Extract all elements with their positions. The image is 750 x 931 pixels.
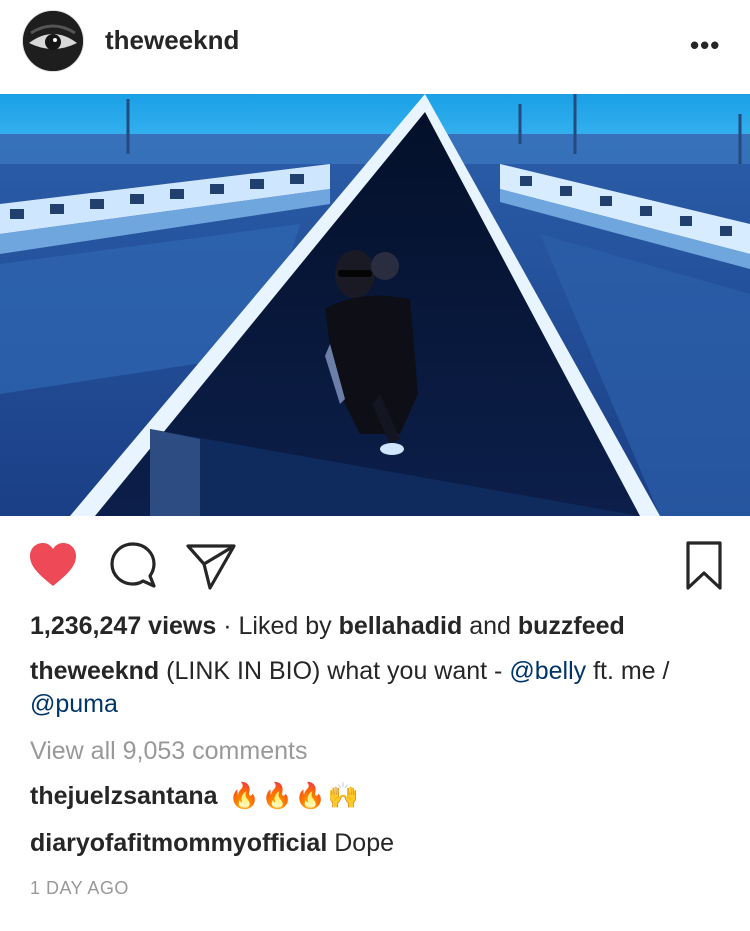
- comment-username[interactable]: diaryofafitmommyofficial: [30, 829, 327, 857]
- engagement-stats: 1,236,247 views · Liked by bellahadid an…: [30, 612, 625, 641]
- liked-by-label: Liked by: [238, 612, 332, 640]
- post-caption: theweeknd (LINK IN BIO) what you want - …: [30, 655, 720, 721]
- liked-user-link[interactable]: buzzfeed: [518, 612, 625, 640]
- post-username[interactable]: theweeknd: [105, 25, 239, 56]
- action-bar: [0, 516, 750, 612]
- separator-dot: ·: [223, 612, 232, 640]
- liked-and-label: and: [469, 612, 511, 640]
- comment-bubble-icon[interactable]: [108, 540, 158, 590]
- mention-link[interactable]: @puma: [30, 690, 118, 718]
- caption-text: (LINK IN BIO) what you want -: [166, 657, 503, 685]
- post-timestamp: 1 DAY AGO: [30, 878, 129, 898]
- post-header: theweeknd •••: [0, 0, 750, 94]
- liked-user-link[interactable]: bellahadid: [339, 612, 463, 640]
- caption-text: ft. me /: [593, 657, 670, 685]
- comment-username[interactable]: thejuelzsantana: [30, 782, 218, 810]
- heart-filled-icon[interactable]: [28, 542, 78, 588]
- view-count: 1,236,247 views: [30, 612, 217, 640]
- more-options-icon[interactable]: •••: [690, 30, 720, 61]
- avatar[interactable]: [22, 10, 84, 72]
- caption-username[interactable]: theweeknd: [30, 657, 159, 685]
- bookmark-icon[interactable]: [685, 540, 723, 592]
- mention-link[interactable]: @belly: [509, 657, 586, 685]
- post-video[interactable]: [0, 94, 750, 516]
- comment-item: diaryofafitmommyofficial Dope: [30, 829, 394, 858]
- comment-item: thejuelzsantana 🔥🔥🔥🙌: [30, 782, 361, 811]
- view-all-comments-link[interactable]: View all 9,053 comments: [30, 737, 307, 766]
- comment-text: Dope: [334, 829, 394, 857]
- paper-plane-icon[interactable]: [185, 541, 237, 591]
- comment-text: 🔥🔥🔥🙌: [228, 782, 362, 810]
